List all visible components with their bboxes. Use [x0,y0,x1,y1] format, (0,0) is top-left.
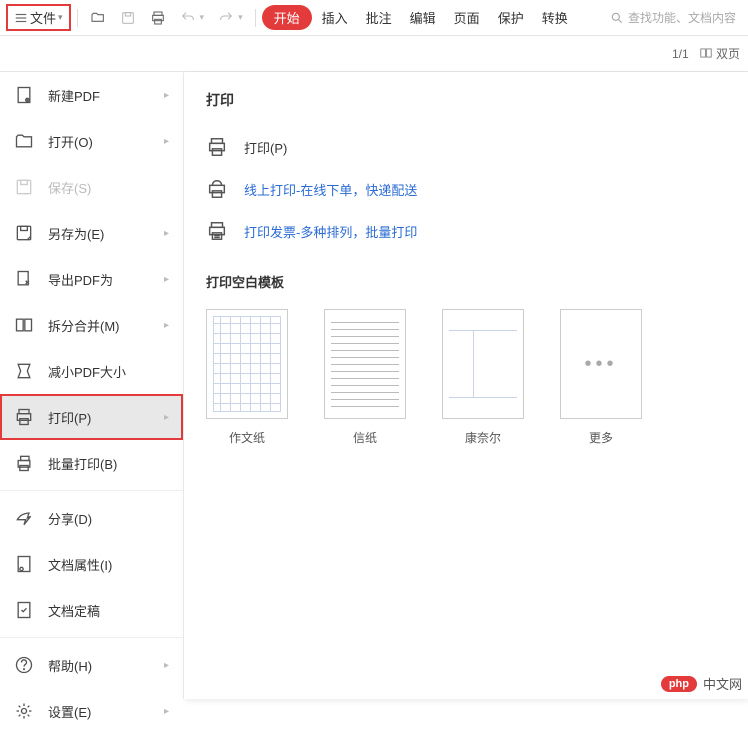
chevron-right-icon: ▸ [164,136,169,147]
search-box[interactable]: 查找功能、文档内容 [604,9,742,26]
menu-separator [0,490,183,491]
menu-split-merge[interactable]: 拆分合并(M) ▸ [0,302,183,348]
folder-icon [14,131,34,151]
menu-reduce-size[interactable]: 减小PDF大小 [0,348,183,394]
search-icon [610,11,624,25]
undo-button[interactable]: ▾ [174,6,211,30]
template-thumb: ••• [560,309,642,419]
watermark-badge: php [661,676,697,692]
template-thumb [442,309,524,419]
menu-save: 保存(S) [0,164,183,210]
template-more[interactable]: ••• 更多 [560,309,642,446]
tab-page[interactable]: 页面 [446,4,488,31]
print-icon [14,407,34,427]
template-letter[interactable]: 信纸 [324,309,406,446]
chevron-right-icon: ▸ [164,90,169,101]
online-print-icon [206,178,228,200]
share-icon [14,508,34,528]
compress-icon [14,361,34,381]
tab-comment[interactable]: 批注 [358,4,400,31]
open-button[interactable] [84,6,112,30]
tab-convert[interactable]: 转换 [534,4,576,31]
divider [77,9,78,27]
template-thumb [324,309,406,419]
chevron-down-icon: ▾ [58,12,63,23]
menu-finalize[interactable]: 文档定稿 [0,587,183,633]
search-placeholder: 查找功能、文档内容 [628,9,736,26]
chevron-right-icon: ▸ [164,320,169,331]
template-cornell[interactable]: 康奈尔 [442,309,524,446]
menu-export-pdf[interactable]: 导出PDF为 ▸ [0,256,183,302]
watermark-text: 中文网 [703,674,742,693]
save-icon [120,10,136,26]
menu-settings[interactable]: 设置(E) ▸ [0,688,183,734]
save-as-icon [14,223,34,243]
template-heading: 打印空白模板 [206,272,726,291]
online-print-label: 线上打印-在线下单，快递配送 [244,180,417,199]
print-icon [150,10,166,26]
template-thumb [206,309,288,419]
finalize-icon [14,600,34,620]
redo-button[interactable]: ▾ [212,6,249,30]
hamburger-icon [14,11,28,25]
properties-icon [14,554,34,574]
chevron-down-icon: ▾ [200,12,205,23]
template-list: 作文纸 信纸 康奈尔 ••• 更多 [206,309,726,446]
export-icon [14,269,34,289]
tab-start[interactable]: 开始 [262,5,312,30]
invoice-print-label: 打印发票-多种排列，批量打印 [244,222,417,241]
menu-print[interactable]: 打印(P) ▸ [0,394,183,440]
tab-insert[interactable]: 插入 [314,4,356,31]
menu-save-as[interactable]: 另存为(E) ▸ [0,210,183,256]
invoice-print-icon [206,220,228,242]
online-print-action[interactable]: 线上打印-在线下单，快递配送 [206,168,726,210]
sub-toolbar: 1/1 双页 [0,36,748,72]
menu-doc-props[interactable]: 文档属性(I) [0,541,183,587]
split-merge-icon [14,315,34,335]
menu-share[interactable]: 分享(D) [0,495,183,541]
redo-icon [218,10,234,26]
chevron-right-icon: ▸ [164,412,169,423]
template-composition[interactable]: 作文纸 [206,309,288,446]
main-toolbar: 文件 ▾ ▾ ▾ 开始 插入 批注 编辑 页面 保护 转换 查找功能、文档内容 [0,0,748,36]
chevron-right-icon: ▸ [164,274,169,285]
undo-icon [180,10,196,26]
print-panel-heading: 打印 [206,90,726,110]
batch-print-icon [14,453,34,473]
tab-protect[interactable]: 保护 [490,4,532,31]
print-action[interactable]: 打印(P) [206,126,726,168]
chevron-right-icon: ▸ [164,706,169,717]
dual-page-icon [699,46,713,60]
file-menu-label: 文件 [30,8,56,27]
chevron-right-icon: ▸ [164,660,169,671]
divider [255,9,256,27]
chevron-right-icon: ▸ [164,228,169,239]
print-submenu-panel: 打印 打印(P) 线上打印-在线下单，快递配送 打印发票-多种排列，批量打印 打… [184,72,748,699]
menu-new-pdf[interactable]: 新建PDF ▸ [0,72,183,118]
invoice-print-action[interactable]: 打印发票-多种排列，批量打印 [206,210,726,252]
more-icon: ••• [584,353,617,376]
menu-open[interactable]: 打开(O) ▸ [0,118,183,164]
gear-icon [14,701,34,721]
print-icon [206,136,228,158]
save-icon [14,177,34,197]
print-button[interactable] [144,6,172,30]
print-action-label: 打印(P) [244,138,287,157]
file-menu-sidebar: 新建PDF ▸ 打开(O) ▸ 保存(S) 另存为(E) ▸ 导出PDF为 ▸ … [0,72,184,699]
file-menu-trigger[interactable]: 文件 ▾ [6,4,71,31]
tab-edit[interactable]: 编辑 [402,4,444,31]
folder-open-icon [90,10,106,26]
save-button[interactable] [114,6,142,30]
watermark: php 中文网 [661,674,742,693]
menu-help[interactable]: 帮助(H) ▸ [0,642,183,688]
main-area: 新建PDF ▸ 打开(O) ▸ 保存(S) 另存为(E) ▸ 导出PDF为 ▸ … [0,72,748,699]
help-icon [14,655,34,675]
menu-batch-print[interactable]: 批量打印(B) [0,440,183,486]
view-mode-button[interactable]: 双页 [699,45,740,62]
menu-separator [0,637,183,638]
new-file-icon [14,85,34,105]
page-indicator: 1/1 [672,47,689,61]
chevron-down-icon: ▾ [238,12,243,23]
